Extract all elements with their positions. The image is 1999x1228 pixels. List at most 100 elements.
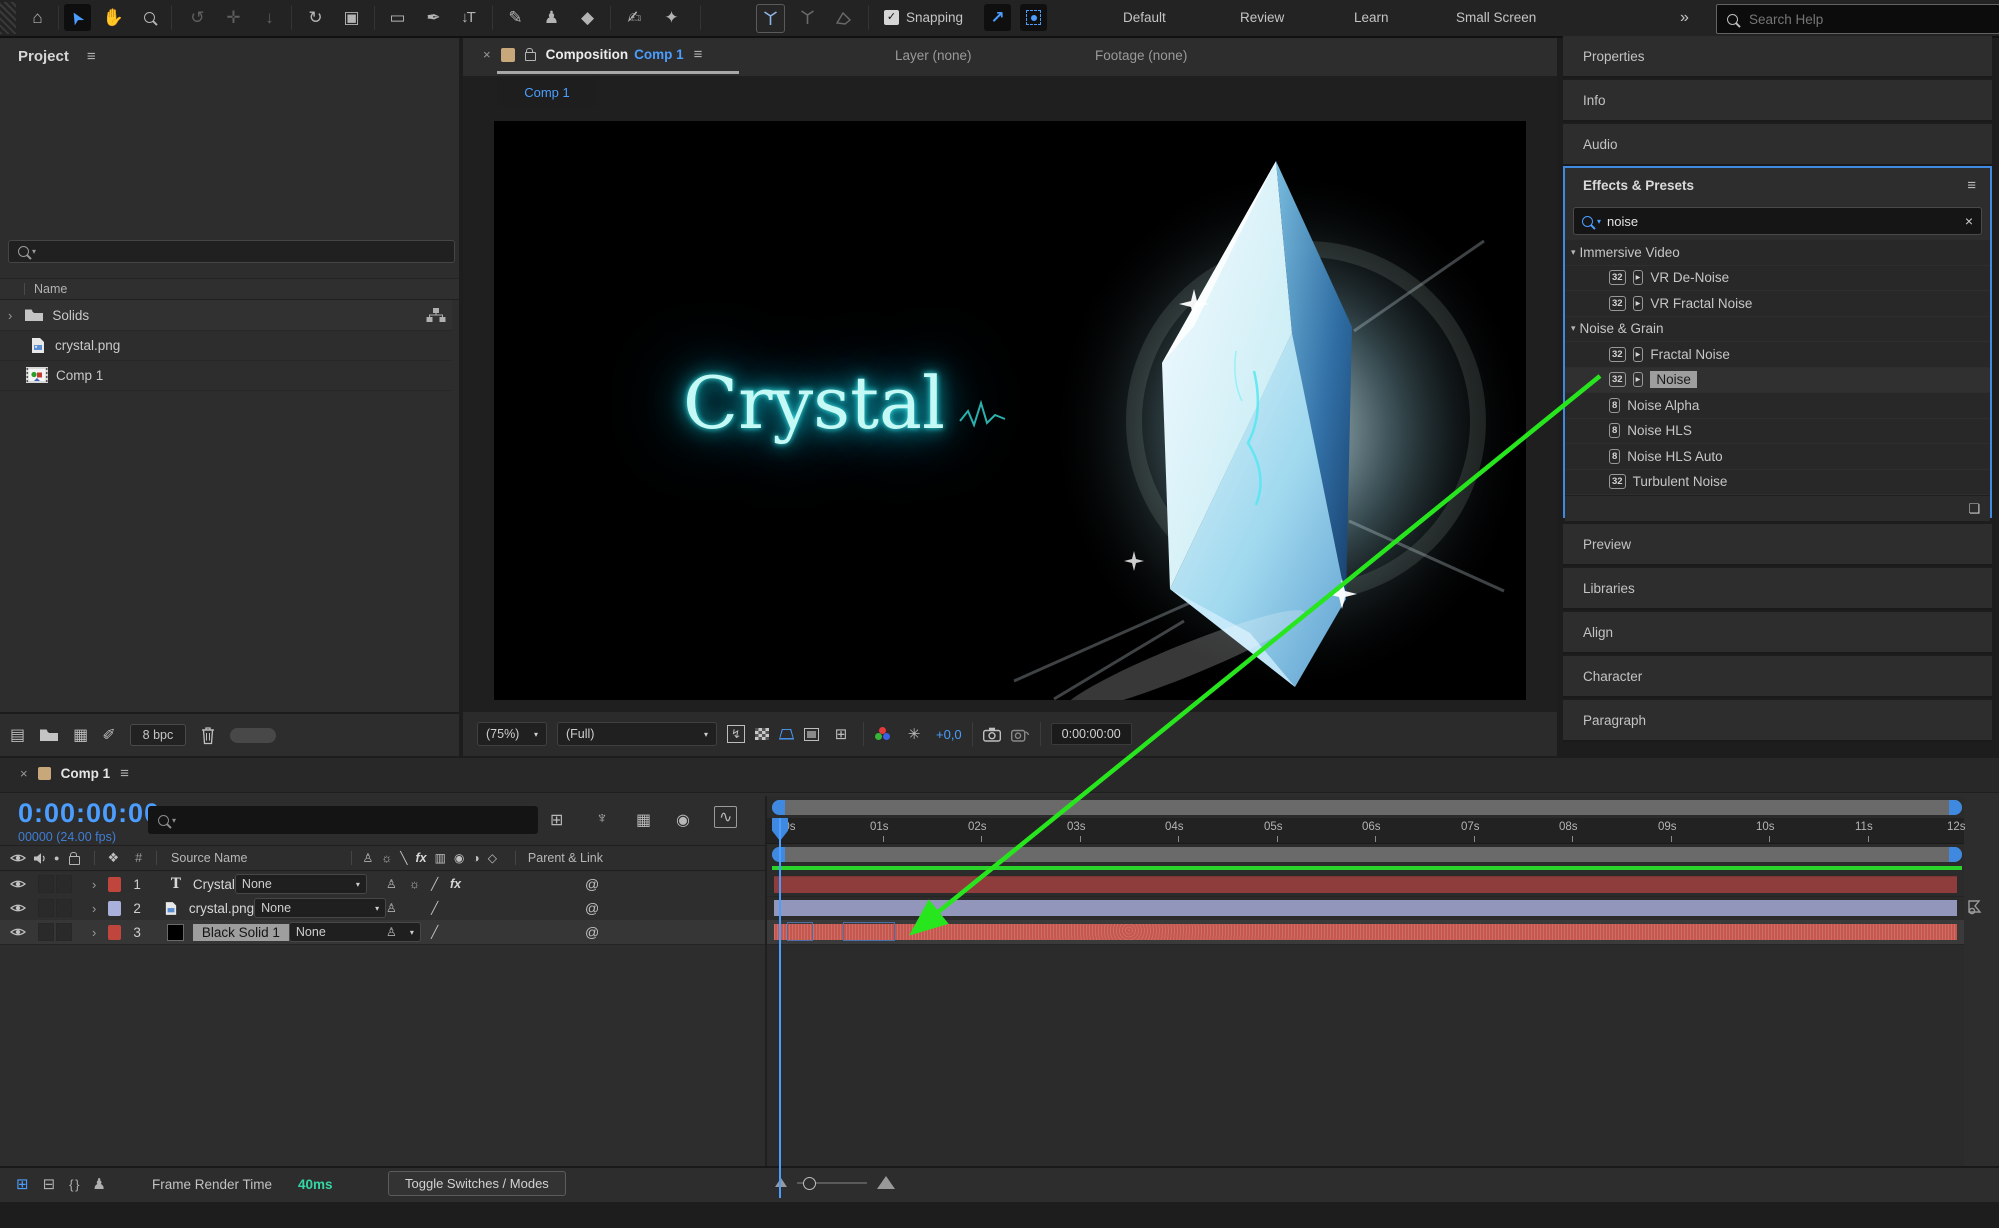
fx-switch[interactable]: fx — [450, 877, 461, 891]
snapping-checkbox[interactable]: ✓ — [884, 10, 899, 25]
3d-column-icon[interactable]: ◇ — [488, 851, 497, 865]
expander-icon[interactable]: › — [8, 308, 12, 323]
show-snapshot-icon[interactable] — [1011, 727, 1030, 742]
frame-blend-column-icon[interactable]: ▥ — [435, 851, 446, 865]
collapse-switch[interactable]: ☼ — [409, 877, 420, 891]
adjustment-column-icon[interactable]: ◑ — [472, 851, 479, 865]
effect-item-noise[interactable]: 32 ▸ Noise — [1565, 368, 1990, 394]
lock-icon[interactable] — [69, 856, 80, 865]
project-search-input[interactable] — [39, 243, 454, 260]
parent-pickwhip-icon[interactable]: @ — [585, 876, 599, 892]
panel-header-paragraph[interactable]: Paragraph — [1563, 700, 1992, 742]
horizontal-scrollbar-thumb[interactable] — [230, 728, 276, 743]
preview-timecode[interactable]: 0:00:00:00 — [1051, 723, 1132, 745]
work-area-bar[interactable] — [772, 847, 1962, 862]
delete-trash-icon[interactable] — [200, 726, 216, 745]
magnification-dropdown[interactable]: (75%)▾ — [477, 722, 547, 746]
layer-name[interactable]: crystal.png — [189, 901, 254, 916]
audio-cell[interactable] — [38, 875, 54, 893]
layer-row-crystal-png[interactable]: › 2 crystal.png ♙ ╱ @ None ▾ — [0, 896, 765, 921]
rectangle-tool-icon[interactable]: ▭ — [384, 4, 411, 31]
graph-editor-icon[interactable]: ∿ — [714, 806, 737, 828]
audio-cell[interactable] — [38, 899, 54, 917]
bit-depth-button[interactable]: 8 bpc — [130, 724, 187, 746]
layer-bar-crystal-png[interactable] — [774, 900, 1957, 916]
eye-icon[interactable] — [10, 926, 26, 938]
rotation-tool-icon[interactable]: ↻ — [302, 4, 329, 31]
fx-column-icon[interactable]: fx — [415, 851, 426, 865]
project-item-solids[interactable]: › Solids — [0, 300, 452, 331]
timeline-tab-comp-1[interactable]: Comp 1 — [61, 766, 111, 781]
lock-cell[interactable] — [56, 875, 72, 893]
exposure-icon[interactable]: ✳ — [902, 725, 926, 743]
workspace-tab-small-screen[interactable]: Small Screen — [1456, 10, 1536, 25]
mask-visibility-icon[interactable] — [779, 729, 794, 740]
layer-row-crystal[interactable]: › 1 T Crystal ♙ ☼ ╱ fx @ None ▾ — [0, 872, 765, 897]
pen-tool-icon[interactable]: ✒ — [420, 4, 447, 31]
label-column-icon[interactable]: ❖ — [107, 850, 119, 866]
clear-search-icon[interactable]: × — [1965, 213, 1973, 229]
layer-name[interactable]: Crystal — [193, 877, 235, 892]
channel-settings-icon[interactable] — [874, 727, 892, 741]
panel-header-audio[interactable]: Audio — [1563, 124, 1992, 166]
effect-item-noise-alpha[interactable]: 8 Noise Alpha — [1565, 393, 1990, 419]
shy-switch[interactable]: ♙ — [386, 925, 397, 939]
shy-column-icon[interactable]: ♙ — [362, 851, 373, 865]
frame-blending-icon[interactable]: ▦ — [636, 810, 651, 830]
parent-dropdown[interactable]: None ▾ — [254, 898, 386, 918]
render-pane-icon[interactable]: ♟ — [92, 1175, 105, 1193]
snap-along-edges-icon[interactable]: ↗ — [984, 4, 1011, 31]
effect-item-fractal-noise[interactable]: 32 ▸ Fractal Noise — [1565, 342, 1990, 368]
camera-tool-icon[interactable]: ▣ — [338, 4, 365, 31]
workspace-overflow-chevron[interactable]: » — [1680, 9, 1689, 27]
expander-icon[interactable]: › — [92, 901, 96, 916]
draft-3d-icon[interactable]: ♆ — [596, 810, 608, 828]
local-axis-mode-icon[interactable] — [756, 4, 785, 33]
effect-item-vr-de-noise[interactable]: 32 ▸ VR De-Noise — [1565, 266, 1990, 292]
effect-item-vr-fractal-noise[interactable]: 32 ▸ VR Fractal Noise — [1565, 291, 1990, 317]
snapshot-camera-icon[interactable] — [983, 727, 1001, 742]
project-item-crystal-png[interactable]: crystal.png — [0, 330, 452, 361]
workspace-tab-review[interactable]: Review — [1240, 10, 1284, 25]
panel-menu-icon[interactable]: ≡ — [1967, 177, 1976, 194]
composition-canvas[interactable]: Crystal — [494, 121, 1526, 700]
lock-cell[interactable] — [56, 899, 72, 917]
search-help-input[interactable] — [1747, 11, 1951, 28]
tab-footage[interactable]: Footage (none) — [1095, 48, 1187, 63]
current-time-display[interactable]: 0:00:00:00 — [18, 798, 160, 829]
tab-composition-name[interactable]: Comp 1 — [634, 47, 684, 62]
solo-icon[interactable]: ● — [54, 853, 59, 863]
selection-tool-icon[interactable]: ➤ — [64, 4, 91, 31]
view-axis-mode-icon[interactable] — [830, 4, 857, 31]
region-of-interest-icon[interactable] — [804, 728, 819, 741]
in-out-duration-pane-icon[interactable]: { } — [69, 1177, 78, 1192]
effects-presets-header[interactable]: Effects & Presets ≡ — [1565, 168, 1990, 202]
shy-switch[interactable]: ♙ — [386, 877, 397, 891]
quality-switch[interactable]: ╱ — [431, 877, 438, 891]
pan-camera-tool-icon[interactable]: ✛ — [220, 4, 247, 31]
source-name-column[interactable]: Source Name — [171, 851, 247, 865]
comp-subtab[interactable]: Comp 1 — [497, 78, 597, 106]
parent-pickwhip-icon[interactable]: @ — [585, 924, 599, 940]
collapse-column-icon[interactable]: ☼ — [381, 851, 392, 865]
label-color-chip[interactable] — [108, 877, 121, 892]
quality-column-icon[interactable]: ╲ — [400, 851, 407, 865]
composition-mini-flowchart-icon[interactable]: ⊞ — [550, 810, 563, 830]
search-help-box[interactable] — [1716, 4, 1999, 34]
playhead-line[interactable] — [779, 818, 781, 1198]
parent-dropdown[interactable]: None ▾ — [235, 874, 367, 894]
panel-header-preview[interactable]: Preview — [1563, 524, 1992, 566]
label-color-chip[interactable] — [108, 925, 121, 940]
grid-guides-icon[interactable]: ⊞ — [829, 725, 853, 743]
project-item-comp-1[interactable]: Comp 1 — [0, 360, 452, 391]
keyframe-region-box[interactable] — [787, 922, 813, 941]
quality-switch[interactable]: ╱ — [431, 901, 438, 915]
toggle-switches-modes-button[interactable]: Toggle Switches / Modes — [388, 1171, 566, 1196]
shy-switch[interactable]: ♙ — [386, 901, 397, 915]
eye-icon[interactable] — [10, 878, 26, 890]
interpret-footage-icon[interactable]: ▤ — [10, 725, 25, 745]
keyframe-region-box[interactable] — [843, 922, 895, 941]
project-settings-icon[interactable]: ✐ — [102, 725, 115, 745]
zoom-out-mountain-icon[interactable] — [775, 1178, 787, 1187]
label-color-chip[interactable] — [108, 901, 121, 916]
